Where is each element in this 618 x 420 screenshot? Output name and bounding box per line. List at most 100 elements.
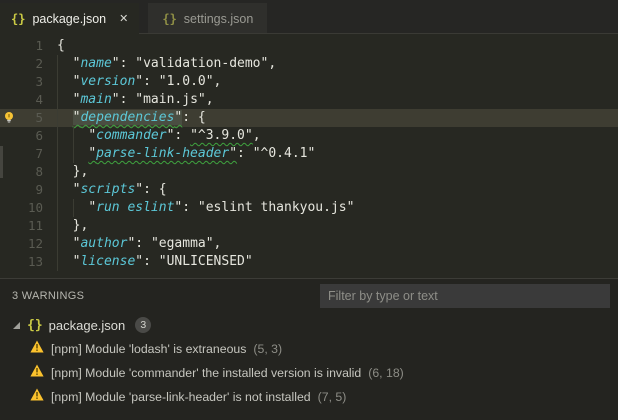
code-line[interactable]: 12 "author": "egamma", bbox=[0, 235, 618, 253]
gutter-decoration bbox=[0, 146, 3, 178]
code-token: "egamma", bbox=[150, 236, 222, 251]
indent-guide-line bbox=[57, 109, 58, 127]
indent-guide-line bbox=[57, 55, 58, 73]
problems-file-group[interactable]: {} package.json 3 bbox=[0, 313, 618, 337]
tab-label: settings.json bbox=[183, 11, 254, 26]
code-line[interactable]: 6 "commander": "^3.9.0", bbox=[0, 127, 618, 145]
code-line[interactable]: 7 "parse-link-header": "^0.4.1" bbox=[0, 145, 618, 163]
indent-guide-line bbox=[57, 163, 58, 181]
code-token: "eslint thankyou.js" bbox=[197, 200, 355, 215]
code-line[interactable]: 9 "scripts": { bbox=[0, 181, 618, 199]
indent-spaces bbox=[57, 74, 73, 89]
indent-guide-line bbox=[57, 253, 58, 271]
code-line[interactable]: 13 "license": "UNLICENSED" bbox=[0, 253, 618, 271]
line-gutter: 3 bbox=[0, 73, 57, 91]
code-token: "UNLICENSED" bbox=[158, 254, 253, 269]
code-token: { bbox=[57, 38, 65, 53]
code-token: author bbox=[80, 236, 128, 251]
editor[interactable]: 1{2 "name": "validation-demo", 3 "version… bbox=[0, 34, 618, 278]
tab-package-json[interactable]: {} package.json ✕ bbox=[0, 3, 140, 34]
line-content: }, bbox=[57, 163, 618, 181]
indent-spaces bbox=[57, 164, 73, 179]
line-content: "version": "1.0.0", bbox=[57, 73, 618, 91]
indent-guide-line bbox=[72, 145, 74, 163]
line-gutter: 10 bbox=[0, 199, 57, 217]
problem-position: (6, 18) bbox=[368, 366, 404, 380]
code-token: "^3.9.0" bbox=[190, 128, 253, 143]
problem-position: (7, 5) bbox=[317, 390, 347, 404]
problems-filter-input[interactable] bbox=[320, 284, 610, 308]
code-token: ": bbox=[174, 200, 198, 215]
expand-twistie-icon[interactable] bbox=[12, 321, 21, 330]
indent-guide-line bbox=[57, 235, 58, 253]
problem-item[interactable]: [npm] Module 'lodash' is extraneous (5, 3… bbox=[0, 337, 618, 361]
code-line[interactable]: 4 "main": "main.js", bbox=[0, 91, 618, 109]
indent-guide-line bbox=[57, 127, 58, 145]
code-line[interactable]: 3 "version": "1.0.0", bbox=[0, 73, 618, 91]
indent-guide-line bbox=[57, 145, 58, 163]
line-content: "parse-link-header": "^0.4.1" bbox=[57, 145, 618, 163]
indent-guide-line bbox=[57, 91, 58, 109]
code-token: ": bbox=[127, 236, 151, 251]
code-token: : bbox=[237, 146, 253, 161]
code-lines: 1{2 "name": "validation-demo", 3 "version… bbox=[0, 37, 618, 271]
code-line[interactable]: 5 "dependencies": { bbox=[0, 109, 618, 127]
line-content: "license": "UNLICENSED" bbox=[57, 253, 618, 271]
json-file-icon: {} bbox=[27, 317, 43, 333]
problem-message: [npm] Module 'commander' the installed v… bbox=[51, 366, 362, 380]
code-line[interactable]: 2 "name": "validation-demo", bbox=[0, 55, 618, 73]
code-token: : { bbox=[182, 110, 206, 125]
problem-item[interactable]: [npm] Module 'parse-link-header' is not … bbox=[0, 385, 618, 409]
indent-spaces bbox=[57, 236, 73, 251]
line-number: 1 bbox=[35, 38, 43, 53]
code-token: "^0.4.1" bbox=[252, 146, 316, 161]
code-token: "validation-demo", bbox=[135, 56, 277, 71]
indent-spaces bbox=[57, 218, 73, 233]
warning-icon bbox=[30, 388, 44, 406]
indent-guide-line bbox=[57, 199, 58, 217]
line-gutter: 8 bbox=[0, 163, 57, 181]
problems-list: [npm] Module 'lodash' is extraneous (5, 3… bbox=[0, 337, 618, 409]
indent-spaces bbox=[57, 110, 73, 125]
problem-item[interactable]: [npm] Module 'commander' the installed v… bbox=[0, 361, 618, 385]
problem-message: [npm] Module 'parse-link-header' is not … bbox=[51, 390, 311, 404]
code-token: ": bbox=[135, 254, 159, 269]
code-line[interactable]: 10 "run eslint": "eslint thankyou.js" bbox=[0, 199, 618, 217]
indent-guide-line bbox=[57, 73, 58, 91]
line-gutter: 1 bbox=[0, 37, 57, 55]
indent-guide-line bbox=[72, 127, 74, 145]
line-number: 5 bbox=[35, 110, 43, 125]
code-token: ": bbox=[111, 92, 136, 107]
line-number: 3 bbox=[35, 74, 43, 89]
tab-settings-json[interactable]: {} settings.json bbox=[148, 3, 268, 34]
code-token: version bbox=[80, 74, 136, 89]
line-number: 9 bbox=[35, 182, 43, 197]
line-number: 11 bbox=[27, 218, 43, 233]
code-line[interactable]: 8 }, bbox=[0, 163, 618, 181]
line-gutter: 6 bbox=[0, 127, 57, 145]
code-token: ": { bbox=[135, 182, 167, 197]
code-token: " bbox=[88, 146, 97, 161]
line-content: "main": "main.js", bbox=[57, 91, 618, 109]
line-number: 12 bbox=[27, 236, 43, 251]
indent-spaces bbox=[57, 182, 73, 197]
warning-icon bbox=[30, 340, 44, 358]
json-file-icon: {} bbox=[162, 11, 177, 26]
line-number: 8 bbox=[35, 164, 43, 179]
code-line[interactable]: 1{ bbox=[0, 37, 618, 55]
code-line[interactable]: 11 }, bbox=[0, 217, 618, 235]
json-file-icon: {} bbox=[11, 11, 26, 26]
line-content: "scripts": { bbox=[57, 181, 618, 199]
code-token: , bbox=[252, 128, 261, 143]
problems-summary: 3 WARNINGS bbox=[12, 290, 85, 302]
code-token: ": bbox=[166, 128, 191, 143]
line-gutter: 9 bbox=[0, 181, 57, 199]
tab-label: package.json bbox=[32, 11, 107, 26]
line-number: 2 bbox=[35, 56, 43, 71]
line-gutter: 7 bbox=[0, 145, 57, 163]
line-number: 13 bbox=[27, 254, 43, 269]
code-token: ": bbox=[111, 56, 136, 71]
warning-icon bbox=[30, 364, 44, 382]
close-icon[interactable]: ✕ bbox=[119, 12, 128, 25]
code-token: }, bbox=[72, 164, 89, 179]
